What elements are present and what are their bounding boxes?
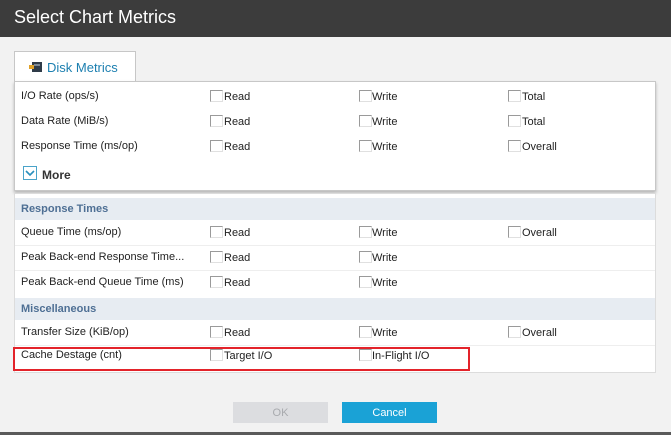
option-label: Write <box>372 91 398 103</box>
metric-row: Peak Back-end Response Time... Read Writ… <box>15 245 655 270</box>
option-label: Write <box>372 141 398 153</box>
read-checkbox[interactable] <box>210 226 223 238</box>
option-label: Read <box>224 252 251 264</box>
option-label: Write <box>372 227 398 239</box>
dialog-title: Select Chart Metrics <box>14 7 177 27</box>
read-checkbox[interactable] <box>210 115 223 127</box>
option-label: Overall <box>522 327 557 339</box>
total-checkbox[interactable] <box>508 115 521 127</box>
metric-label: I/O Rate (ops/s) <box>21 90 99 102</box>
write-checkbox[interactable] <box>359 90 372 102</box>
write-checkbox[interactable] <box>359 140 372 152</box>
ok-button[interactable]: OK <box>233 402 328 423</box>
metrics-panel: I/O Rate (ops/s) Read Write Total Data R… <box>14 81 656 191</box>
write-checkbox[interactable] <box>359 251 372 263</box>
write-checkbox[interactable] <box>359 115 372 127</box>
metric-label: Queue Time (ms/op) <box>21 226 122 238</box>
disk-icon <box>29 62 42 72</box>
option-label: Overall <box>522 141 557 153</box>
metric-label: Data Rate (MiB/s) <box>21 115 109 127</box>
read-checkbox[interactable] <box>210 276 223 288</box>
section-header: Miscellaneous <box>15 298 655 320</box>
option-label: Write <box>372 277 398 289</box>
tab-label: Disk Metrics <box>47 60 118 75</box>
metric-row: Response Time (ms/op) Read Write Overall <box>15 134 655 159</box>
metric-row: Data Rate (MiB/s) Read Write Total <box>15 109 655 134</box>
write-checkbox[interactable] <box>359 226 372 238</box>
read-checkbox[interactable] <box>210 140 223 152</box>
option-label: Read <box>224 277 251 289</box>
option-label: Read <box>224 141 251 153</box>
section-title: Response Times <box>21 203 109 215</box>
option-label: Write <box>372 252 398 264</box>
read-checkbox[interactable] <box>210 251 223 263</box>
metric-row: Queue Time (ms/op) Read Write Overall <box>15 220 655 245</box>
metric-row: Transfer Size (KiB/op) Read Write Overal… <box>15 320 655 345</box>
metric-label: Transfer Size (KiB/op) <box>21 326 129 338</box>
metric-label: Peak Back-end Response Time... <box>21 251 185 263</box>
tab-disk-metrics[interactable]: Disk Metrics <box>14 51 136 82</box>
cancel-button[interactable]: Cancel <box>342 402 437 423</box>
option-label: Write <box>372 327 398 339</box>
write-checkbox[interactable] <box>359 276 372 288</box>
metric-row: I/O Rate (ops/s) Read Write Total <box>15 84 655 109</box>
option-label: Read <box>224 91 251 103</box>
overall-checkbox[interactable] <box>508 140 521 152</box>
highlight-box <box>13 347 470 371</box>
metric-row: Peak Back-end Queue Time (ms) Read Write <box>15 270 655 295</box>
metric-label: Response Time (ms/op) <box>21 140 138 152</box>
more-toggle-button[interactable] <box>23 166 37 180</box>
overall-checkbox[interactable] <box>508 226 521 238</box>
read-checkbox[interactable] <box>210 326 223 338</box>
option-label: Write <box>372 116 398 128</box>
option-label: Read <box>224 116 251 128</box>
metric-label: Peak Back-end Queue Time (ms) <box>21 276 184 288</box>
total-checkbox[interactable] <box>508 90 521 102</box>
option-label: Total <box>522 116 546 128</box>
section-title: Miscellaneous <box>21 303 97 315</box>
title-bar: Select Chart Metrics <box>0 0 671 37</box>
write-checkbox[interactable] <box>359 326 372 338</box>
option-label: Overall <box>522 227 557 239</box>
option-label: Read <box>224 227 251 239</box>
section-header: Response Times <box>15 198 655 220</box>
more-label: More <box>42 168 71 182</box>
sections-panel: Response Times Queue Time (ms/op) Read W… <box>14 193 656 373</box>
option-label: Read <box>224 327 251 339</box>
read-checkbox[interactable] <box>210 90 223 102</box>
overall-checkbox[interactable] <box>508 326 521 338</box>
chevron-down-icon <box>25 170 35 177</box>
option-label: Total <box>522 91 546 103</box>
